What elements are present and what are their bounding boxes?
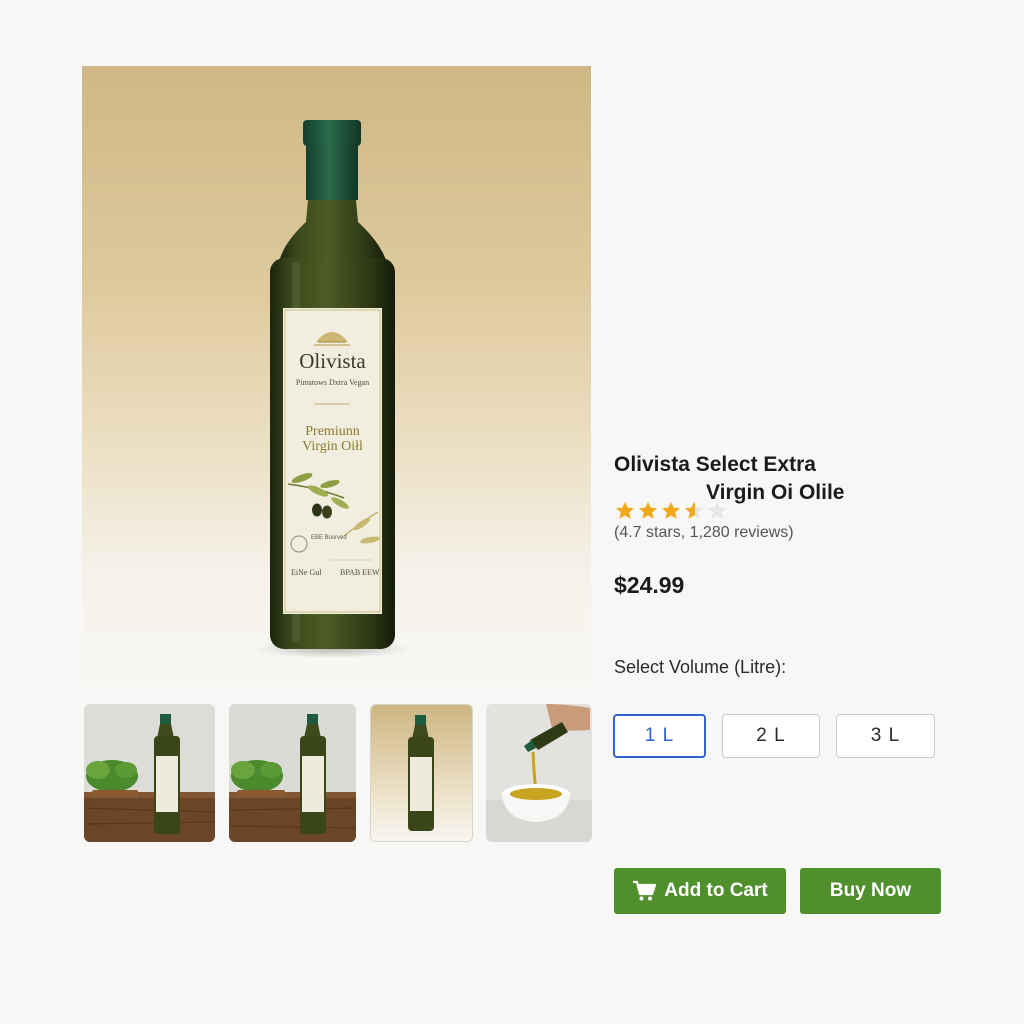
volume-option-2l[interactable]: 2 L	[722, 714, 820, 758]
bottle-on-wooden-table-with-herbs-icon	[84, 704, 215, 842]
label-bottom-left: EiNe Gul	[291, 568, 322, 577]
oil-pouring-into-bowl-icon	[486, 704, 592, 842]
add-to-cart-label: Add to Cart	[664, 880, 768, 901]
add-to-cart-button[interactable]: Add to Cart	[614, 868, 786, 914]
label-brand: Olivista	[299, 349, 366, 373]
star-empty-icon	[708, 501, 726, 519]
review-summary[interactable]: (4.7 stars, 1,280 reviews)	[614, 524, 794, 542]
product-title: Olivista Select Extra Virgin Oi Olile	[614, 451, 914, 507]
cart-icon	[633, 880, 657, 901]
thumbnail-gallery	[84, 704, 592, 842]
label-line1: Premiunn	[305, 424, 360, 439]
thumbnail-1[interactable]	[84, 704, 215, 842]
volume-option-3l[interactable]: 3 L	[836, 714, 935, 758]
star-half-icon	[685, 501, 703, 519]
volume-option-1l[interactable]: 1 L	[613, 714, 706, 758]
star-full-icon	[639, 501, 657, 519]
volume-label: Select Volume (Litre):	[614, 657, 787, 677]
product-page: Olivista Pimstows Dxtra Vegan Premiunn V…	[0, 0, 1024, 1024]
label-line2: Virgin Oiłl	[302, 439, 363, 454]
thumbnail-4[interactable]	[486, 704, 592, 842]
label-subtitle: Pimstows Dxtra Vegan	[295, 378, 370, 387]
buy-now-button[interactable]: Buy Now	[800, 868, 941, 914]
olive-oil-bottle-illustration	[254, 120, 410, 658]
thumbnail-3[interactable]	[370, 704, 473, 842]
main-product-image: Olivista Pimstows Dxtra Vegan Premiunn V…	[82, 66, 591, 686]
star-full-icon	[662, 501, 680, 519]
bottle-on-wooden-table-with-herbs-icon	[229, 704, 356, 842]
product-price: $24.99	[614, 572, 685, 598]
product-title-line1: Olivista Select Extra	[614, 453, 816, 476]
bottle-on-beige-gradient-icon	[371, 705, 472, 841]
label-stamp: EBE Bosrved	[311, 535, 347, 541]
thumbnail-2[interactable]	[229, 704, 356, 842]
label-bottom-right: BPAB EEW	[340, 568, 380, 577]
star-full-icon	[616, 501, 634, 519]
star-rating	[614, 500, 728, 522]
